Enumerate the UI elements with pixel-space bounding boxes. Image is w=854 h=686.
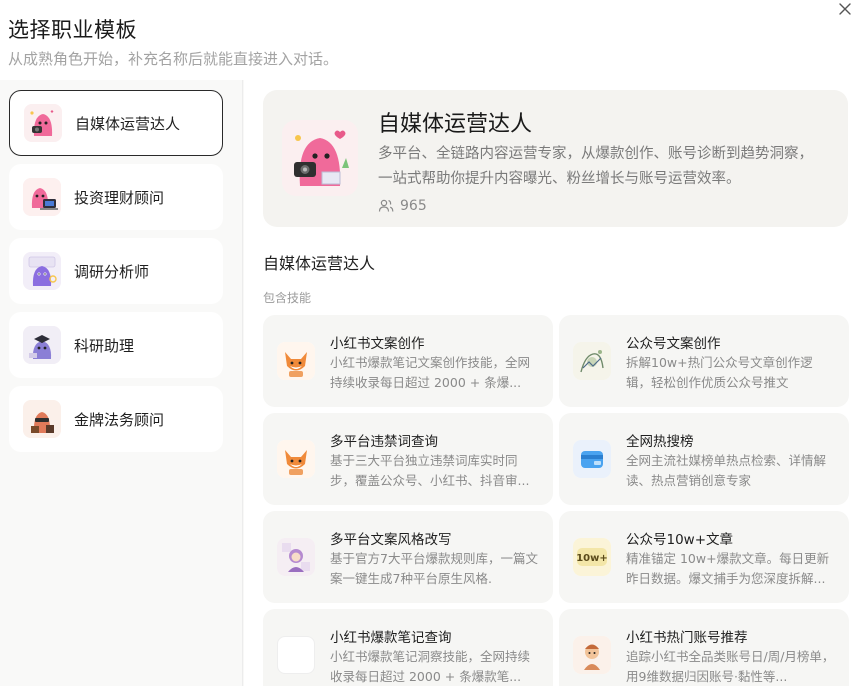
research-analyst-avatar-icon	[23, 252, 61, 290]
role-item-legal[interactable]: 金牌法务顾问	[9, 386, 223, 452]
fox-mascot-icon	[277, 440, 315, 478]
users-icon	[378, 199, 394, 212]
skill-desc: 精准锚定 10w+爆款文章。每日更新昨日数据。爆文捕手为您深度拆解...	[626, 551, 830, 586]
template-dialog: 选择职业模板 从成熟角色开始，补充名称后就能直接进入对话。 自媒体运营达人 投资…	[0, 0, 854, 686]
role-label: 科研助理	[74, 336, 135, 355]
skill-desc: 小红书爆款笔记洞察技能，全网持续收录每日超过 2000 + 条爆款笔...	[330, 649, 531, 684]
section-title: 自媒体运营达人	[263, 254, 376, 273]
skill-name: 多平台文案风格改写	[330, 532, 452, 548]
skill-name: 公众号文案创作	[626, 336, 721, 352]
badge-10w-text: 10w+	[576, 553, 608, 564]
role-detail-panel: 自媒体运营达人 多平台、全链路内容运营专家，从爆款创作、账号诊断到趋势洞察，一站…	[244, 80, 854, 686]
skill-card[interactable]: 小红书文案创作 小红书爆款笔记文案创作技能，全网持续收录每日超过 2000 + …	[263, 315, 553, 407]
fox-mascot-icon	[277, 342, 315, 380]
skill-desc: 追踪小红书全品类账号日/周/月榜单，用9维数据归因账号·黏性等...	[626, 649, 835, 684]
role-item-investment[interactable]: 投资理财顾问	[9, 164, 223, 230]
close-button[interactable]	[836, 0, 854, 18]
skill-desc: 小红书爆款笔记文案创作技能，全网持续收录每日超过 2000 + 条爆...	[330, 355, 531, 390]
role-description: 多平台、全链路内容运营专家，从爆款创作、账号诊断到趋势洞察，一站式帮助你提升内容…	[378, 146, 813, 187]
investment-advisor-avatar-icon	[23, 178, 61, 216]
skill-card[interactable]: 全网热搜榜 全网主流社媒榜单热点检索、详情解读、热点营销创意专家	[559, 413, 849, 505]
skill-name: 小红书热门账号推荐	[626, 630, 748, 646]
users-count-value: 965	[400, 198, 427, 214]
influencer-avatar-icon	[24, 104, 62, 142]
research-assistant-avatar-icon	[23, 326, 61, 364]
dialog-title: 选择职业模板	[8, 18, 137, 42]
role-item-research-assistant[interactable]: 科研助理	[9, 312, 223, 378]
skill-name: 小红书爆款笔记查询	[330, 630, 452, 646]
role-sidebar: 自媒体运营达人 投资理财顾问 调研分析师 科研助理 金牌法务顾问	[0, 80, 243, 686]
wallet-card-icon	[573, 440, 611, 478]
role-label: 金牌法务顾问	[74, 410, 165, 429]
dialog-header: 选择职业模板 从成熟角色开始，补充名称后就能直接进入对话。	[0, 0, 854, 80]
skill-name: 全网热搜榜	[626, 434, 694, 450]
skill-name: 小红书文案创作	[330, 336, 425, 352]
role-name: 自媒体运营达人	[378, 112, 533, 137]
dialog-subtitle: 从成熟角色开始，补充名称后就能直接进入对话。	[8, 50, 339, 68]
skill-card[interactable]: 多平台文案风格改写 基于官方7大平台爆款规则库，一篇文案一键生成7种平台原生风格…	[263, 511, 553, 603]
skill-card[interactable]: 小红书热门账号推荐 追踪小红书全品类账号日/周/月榜单，用9维数据归因账号·黏性…	[559, 609, 849, 686]
role-item-influencer[interactable]: 自媒体运营达人	[9, 90, 223, 156]
role-item-research-analyst[interactable]: 调研分析师	[9, 238, 223, 304]
skills-label: 包含技能	[263, 291, 312, 305]
role-hero-card: 自媒体运营达人 多平台、全链路内容运营专家，从爆款创作、账号诊断到趋势洞察，一站…	[263, 90, 848, 227]
skill-desc: 基于官方7大平台爆款规则库，一篇文案一键生成7种平台原生风格.	[330, 551, 538, 586]
close-icon	[839, 3, 851, 15]
role-label: 自媒体运营达人	[75, 114, 181, 133]
skill-desc: 拆解10w+热门公众号文章创作逻辑，轻松创作优质公众号推文	[626, 355, 813, 390]
cartoon-character-icon	[573, 636, 611, 674]
blank-icon	[277, 636, 315, 674]
skill-name: 多平台违禁词查询	[330, 434, 438, 450]
sketch-illustration-icon	[573, 342, 611, 380]
cartoon-girl-icon	[277, 538, 315, 576]
skill-card[interactable]: 小红书爆款笔记查询 小红书爆款笔记洞察技能，全网持续收录每日超过 2000 + …	[263, 609, 553, 686]
skill-card[interactable]: 10w+ 公众号10w+文章 精准锚定 10w+爆款文章。每日更新昨日数据。爆文…	[559, 511, 849, 603]
users-count: 965	[378, 198, 427, 214]
skill-desc: 全网主流社媒榜单热点检索、详情解读、热点营销创意专家	[626, 453, 827, 488]
role-label: 投资理财顾问	[74, 188, 165, 207]
badge-10w-icon: 10w+	[573, 538, 611, 576]
role-label: 调研分析师	[74, 262, 150, 281]
legal-advisor-avatar-icon	[23, 400, 61, 438]
skill-card[interactable]: 公众号文案创作 拆解10w+热门公众号文章创作逻辑，轻松创作优质公众号推文	[559, 315, 849, 407]
skill-card[interactable]: 多平台违禁词查询 基于三大平台独立违禁词库实时同步，覆盖公众号、小红书、抖音审.…	[263, 413, 553, 505]
skill-name: 公众号10w+文章	[626, 532, 734, 548]
influencer-avatar-icon	[282, 120, 358, 196]
skill-desc: 基于三大平台独立违禁词库实时同步，覆盖公众号、小红书、抖音审...	[330, 453, 530, 488]
